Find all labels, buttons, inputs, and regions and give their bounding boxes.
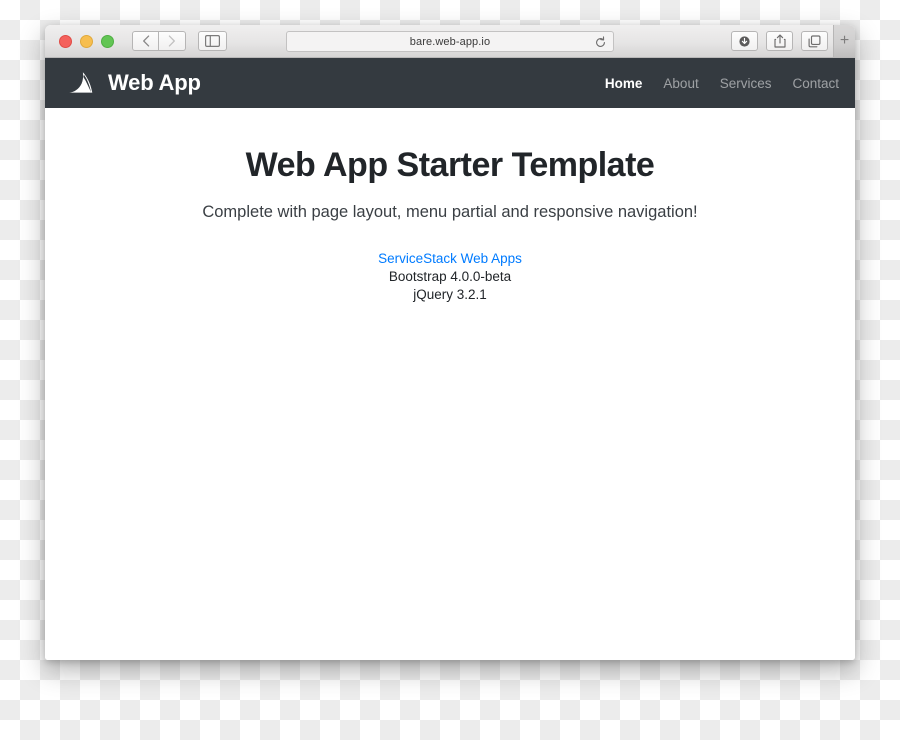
nav-link-about[interactable]: About (663, 76, 698, 91)
primary-nav: Home About Services Contact (605, 76, 839, 91)
browser-toolbar-actions (731, 31, 828, 51)
address-bar[interactable]: bare.web-app.io (286, 31, 614, 52)
nav-link-home[interactable]: Home (605, 76, 643, 91)
nav-link-services[interactable]: Services (720, 76, 772, 91)
chevron-right-icon (168, 35, 175, 47)
page-content: Web App Starter Template Complete with p… (45, 108, 855, 304)
zoom-window-button[interactable] (101, 34, 114, 48)
bootstrap-version: Bootstrap 4.0.0-beta (388, 268, 512, 284)
url-text: bare.web-app.io (409, 35, 491, 48)
page-viewport: Web App Home About Services Contact Web … (45, 58, 855, 660)
page-subtitle: Complete with page layout, menu partial … (202, 203, 698, 221)
servicestack-fin-logo (69, 72, 93, 93)
reload-icon (595, 35, 605, 47)
browser-titlebar: bare.web-app.io + (45, 25, 855, 58)
sidebar-toggle-icon (205, 35, 220, 47)
sidebar-toggle-button[interactable] (198, 31, 227, 51)
back-button[interactable] (132, 31, 159, 51)
brand-link[interactable]: Web App (67, 70, 201, 96)
tab-overview-button[interactable] (801, 31, 828, 51)
servicestack-web-apps-link[interactable]: ServiceStack Web Apps (45, 250, 855, 268)
plus-icon: + (839, 32, 850, 49)
new-tab-button[interactable]: + (833, 25, 855, 57)
forward-button[interactable] (159, 31, 186, 51)
close-window-button[interactable] (59, 34, 72, 48)
brand-text: Web App (108, 70, 201, 95)
reload-button[interactable] (592, 34, 608, 50)
navigation-buttons (132, 31, 186, 51)
tech-stack-list: ServiceStack Web Apps Bootstrap 4.0.0-be… (45, 250, 855, 304)
browser-window: bare.web-app.io + Web App Home About Ser… (45, 25, 855, 660)
jquery-version: jQuery 3.2.1 (413, 286, 487, 302)
window-controls (59, 34, 114, 48)
downloads-icon (739, 35, 750, 47)
minimize-window-button[interactable] (80, 34, 93, 48)
page-title: Web App Starter Template (245, 146, 655, 184)
chevron-left-icon (142, 35, 149, 47)
share-icon (773, 34, 786, 48)
tab-overview-icon (808, 34, 821, 47)
site-navbar: Web App Home About Services Contact (45, 58, 855, 108)
nav-link-contact[interactable]: Contact (792, 76, 839, 91)
downloads-button[interactable] (731, 31, 758, 51)
share-button[interactable] (766, 31, 793, 51)
